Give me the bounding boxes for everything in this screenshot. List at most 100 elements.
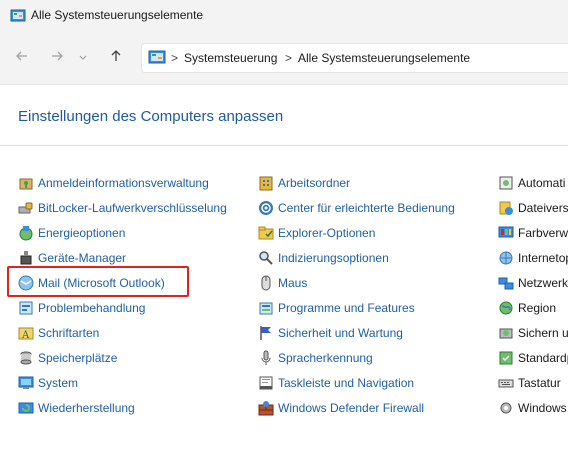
default-programs-icon [498, 350, 514, 366]
cp-item-color-management[interactable]: Farbverwa [498, 222, 568, 244]
chevron-down-icon [78, 49, 88, 67]
speech-recognition-icon [258, 350, 274, 366]
cp-item-fonts[interactable]: A Schriftarten [18, 322, 99, 344]
indexing-options-icon [258, 250, 274, 266]
cp-item-speech-recognition[interactable]: Spracherkennung [258, 347, 373, 369]
taskbar-icon [258, 375, 274, 391]
navigation-bar: > Systemsteuerung > Alle Systemsteuerung… [0, 32, 568, 85]
troubleshooting-icon [18, 300, 34, 316]
cp-item-label: Region [518, 301, 557, 315]
cp-item-file-history[interactable]: Dateiversi [498, 197, 568, 219]
title-bar: Alle Systemsteuerungselemente [0, 0, 568, 32]
storage-spaces-icon [18, 350, 34, 366]
cp-item-network[interactable]: Netzwerk [498, 272, 568, 294]
credential-manager-icon [18, 175, 34, 191]
cp-item-region[interactable]: Region [498, 297, 556, 319]
cp-item-label: Center für erleichterte Bedienung [278, 201, 455, 215]
cp-item-autoplay[interactable]: Automati [498, 172, 565, 194]
cp-item-troubleshooting[interactable]: Problembehandlung [18, 297, 145, 319]
window-title: Alle Systemsteuerungselemente [31, 8, 204, 22]
security-maintenance-icon [258, 325, 274, 341]
forward-button[interactable] [45, 46, 69, 70]
highlight-box [7, 266, 189, 297]
cp-item-label: Energieoptionen [38, 226, 126, 240]
cp-item-programs-features[interactable]: Programme und Features [258, 297, 415, 319]
cp-item-credential-manager[interactable]: Anmeldeinformationsverwaltung [18, 172, 209, 194]
address-bar[interactable]: > Systemsteuerung > Alle Systemsteuerung… [141, 43, 568, 73]
cp-item-label: Arbeitsordner [278, 176, 351, 190]
programs-features-icon [258, 300, 274, 316]
file-history-icon [498, 200, 514, 216]
cp-item-label: Farbverwa [518, 226, 568, 240]
cp-item-power-options[interactable]: Energieoptionen [18, 222, 125, 244]
cp-item-taskbar[interactable]: Taskleiste und Navigation [258, 372, 414, 394]
backup-restore-icon [498, 325, 514, 341]
svg-text:A: A [21, 330, 30, 341]
cp-item-label: Windows [518, 401, 567, 415]
device-manager-icon [18, 250, 34, 266]
cp-item-keyboard[interactable]: Tastatur [498, 372, 561, 394]
autoplay-icon [498, 175, 514, 191]
explorer-options-icon [258, 225, 274, 241]
cp-item-label: Schriftarten [38, 326, 100, 340]
cp-item-explorer-options[interactable]: Explorer-Optionen [258, 222, 375, 244]
internet-options-icon [498, 250, 514, 266]
cp-item-label: BitLocker-Laufwerkverschlüsselung [38, 201, 227, 215]
cp-item-label: Maus [278, 276, 308, 290]
cp-item-label: Netzwerk [518, 276, 568, 290]
back-button[interactable] [10, 46, 34, 70]
cp-item-system[interactable]: System [18, 372, 78, 394]
cp-item-label: System [38, 376, 79, 390]
control-panel-icon [10, 8, 26, 24]
work-folders-icon [258, 175, 274, 191]
cp-item-label: Taskleiste und Navigation [278, 376, 415, 390]
cp-item-label: Tastatur [518, 376, 561, 390]
cp-item-label: Anmeldeinformationsverwaltung [38, 176, 209, 190]
recent-locations-button[interactable] [75, 46, 91, 70]
cp-item-security-maintenance[interactable]: Sicherheit und Wartung [258, 322, 403, 344]
cp-item-label: Geräte-Manager [38, 251, 127, 265]
cp-item-label: Sichern un [518, 326, 568, 340]
control-panel-icon [148, 50, 166, 66]
ease-of-access-icon [258, 200, 274, 216]
cp-item-label: Indizierungsoptionen [278, 251, 389, 265]
cp-item-mouse[interactable]: Maus [258, 272, 307, 294]
cp-item-label: Standardp [518, 351, 568, 365]
cp-item-label: Spracherkennung [278, 351, 373, 365]
cp-item-label: Explorer-Optionen [278, 226, 376, 240]
arrow-right-icon [50, 49, 64, 68]
cp-item-label: Internetop [518, 251, 568, 265]
divider [0, 145, 568, 146]
cp-item-indexing-options[interactable]: Indizierungsoptionen [258, 247, 389, 269]
cp-item-work-folders[interactable]: Arbeitsordner [258, 172, 350, 194]
arrow-up-icon [109, 49, 123, 68]
up-button[interactable] [104, 46, 128, 70]
firewall-icon [258, 400, 274, 416]
bitlocker-icon [18, 200, 34, 216]
system-icon [18, 375, 34, 391]
cp-item-storage-spaces[interactable]: Speicherplätze [18, 347, 117, 369]
region-icon [498, 300, 514, 316]
cp-item-internet-options[interactable]: Internetop [498, 247, 568, 269]
cp-item-default-programs[interactable]: Standardp [498, 347, 568, 369]
cp-item-label: Sicherheit und Wartung [278, 326, 403, 340]
breadcrumb-separator: > [285, 51, 293, 65]
breadcrumb-item[interactable]: Alle Systemsteuerungselemente [298, 51, 470, 65]
recovery-icon [18, 400, 34, 416]
fonts-icon: A [18, 325, 34, 341]
cp-item-label: Automati [518, 176, 566, 190]
cp-item-windows-tools[interactable]: Windows [498, 397, 567, 419]
cp-item-recovery[interactable]: Wiederherstellung [18, 397, 135, 419]
cp-item-backup-restore[interactable]: Sichern un [498, 322, 568, 344]
arrow-left-icon [15, 49, 29, 68]
keyboard-icon [498, 375, 514, 391]
breadcrumb-item[interactable]: Systemsteuerung [184, 51, 277, 65]
cp-item-ease-of-access[interactable]: Center für erleichterte Bedienung [258, 197, 455, 219]
network-icon [498, 275, 514, 291]
cp-item-label: Wiederherstellung [38, 401, 135, 415]
cp-item-label: Dateiversi [518, 201, 568, 215]
cp-item-bitlocker[interactable]: BitLocker-Laufwerkverschlüsselung [18, 197, 227, 219]
page-title: Einstellungen des Computers anpassen [18, 108, 284, 125]
cp-item-firewall[interactable]: Windows Defender Firewall [258, 397, 424, 419]
cp-item-label: Speicherplätze [38, 351, 118, 365]
